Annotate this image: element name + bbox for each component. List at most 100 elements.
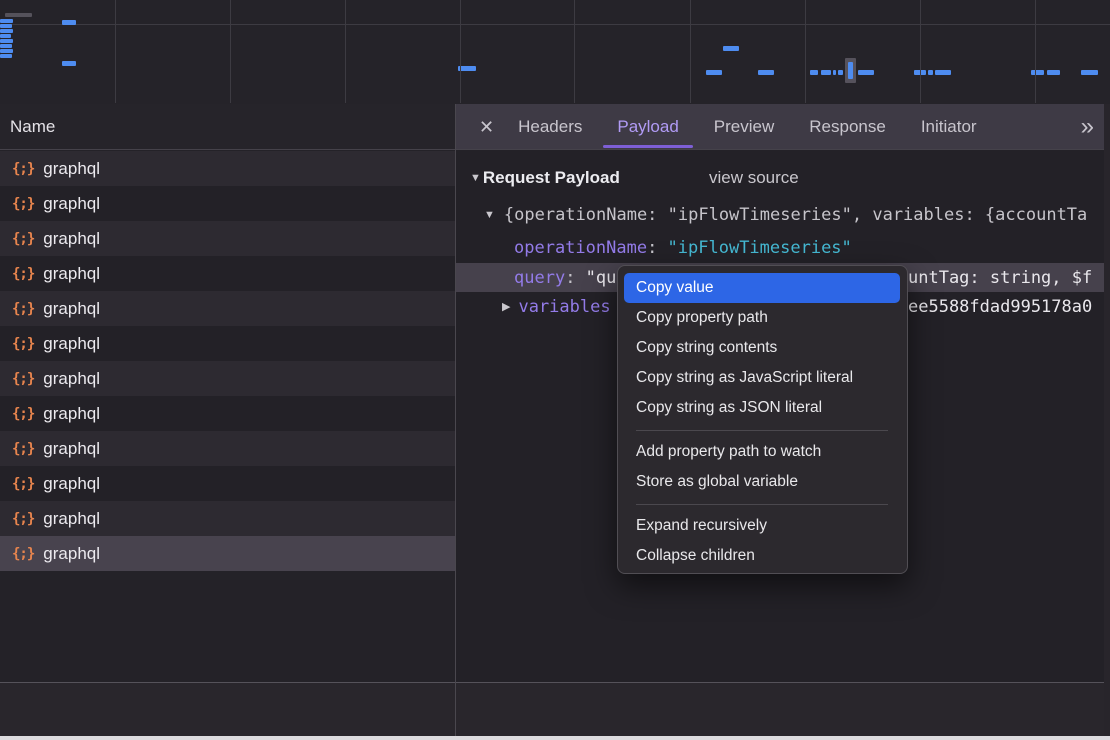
request-row[interactable]: {;}graphql (0, 186, 455, 221)
tab-preview[interactable]: Preview (714, 104, 774, 149)
timeline-activity-bar (0, 29, 13, 33)
property-key: query (514, 268, 565, 288)
timeline-activity-bar (1031, 70, 1044, 75)
menu-item-copy-string-json-literal[interactable]: Copy string as JSON literal (624, 393, 900, 423)
menu-separator (636, 430, 888, 431)
header-band: Name ✕ Headers Payload Preview Response … (0, 104, 1110, 150)
json-braces-icon: {;} (12, 266, 34, 282)
menu-item-copy-property-path[interactable]: Copy property path (624, 303, 900, 333)
overview-vertical-gridline (460, 0, 461, 103)
overview-vertical-gridline (230, 0, 231, 103)
overview-vertical-gridline (345, 0, 346, 103)
json-braces-icon: {;} (12, 406, 34, 422)
detail-tabbar: ✕ Headers Payload Preview Response Initi… (455, 104, 1110, 150)
menu-item-copy-string-js-literal[interactable]: Copy string as JavaScript literal (624, 363, 900, 393)
timeline-activity-bar (858, 70, 874, 75)
property-value-left-fragment: "qu (586, 268, 617, 288)
panel-split-divider[interactable] (455, 104, 456, 736)
request-row-selected[interactable]: {;}graphql (0, 536, 455, 571)
request-row[interactable]: {;}graphql (0, 361, 455, 396)
request-row[interactable]: {;}graphql (0, 501, 455, 536)
timeline-activity-bar (1047, 70, 1060, 75)
json-braces-icon: {;} (12, 336, 34, 352)
window-bottom-edge (0, 736, 1110, 740)
json-braces-icon: {;} (12, 371, 34, 387)
menu-item-copy-string-contents[interactable]: Copy string contents (624, 333, 900, 363)
property-value-right-fragment: ee5588fdad995178a0 (908, 297, 1092, 317)
timeline-activity-bar (0, 44, 12, 48)
tab-headers[interactable]: Headers (518, 104, 582, 149)
object-preview-text: {operationName: "ipFlowTimeseries", vari… (504, 205, 1087, 225)
menu-item-copy-value[interactable]: Copy value (624, 273, 900, 303)
tab-payload[interactable]: Payload (617, 104, 678, 149)
request-row[interactable]: {;}graphql (0, 466, 455, 501)
context-menu: Copy value Copy property path Copy strin… (617, 265, 908, 574)
menu-item-add-property-path-to-watch[interactable]: Add property path to watch (624, 437, 900, 467)
timeline-activity-bar (723, 46, 739, 51)
overview-vertical-gridline (690, 0, 691, 103)
json-braces-icon: {;} (12, 476, 34, 492)
property-key: operationName (514, 238, 647, 258)
timeline-activity-bar (935, 70, 951, 75)
tab-initiator[interactable]: Initiator (921, 104, 977, 149)
timeline-activity-bar (848, 62, 853, 79)
property-value-string: "ipFlowTimeseries" (668, 238, 852, 258)
timeline-activity-bar (928, 70, 933, 75)
footer-divider (0, 682, 1110, 683)
json-braces-icon: {;} (12, 546, 34, 562)
more-tabs-icon[interactable]: » (1081, 115, 1094, 139)
overview-horizontal-gridline (0, 24, 1110, 25)
scrollbar-gutter[interactable] (1104, 104, 1110, 736)
section-title: Request Payload (483, 168, 620, 188)
timeline-activity-bar (821, 70, 831, 75)
status-footer (0, 683, 1110, 736)
menu-item-store-as-global-variable[interactable]: Store as global variable (624, 467, 900, 497)
payload-row-operation-name[interactable]: operationName: "ipFlowTimeseries" (455, 233, 1104, 262)
json-braces-icon: {;} (12, 231, 34, 247)
timeline-activity-bar (0, 34, 11, 38)
menu-separator (636, 504, 888, 505)
timeline-activity-bar (758, 70, 774, 75)
request-payload-section-header[interactable]: ▼ Request Payload view source (455, 163, 1104, 193)
expanded-triangle-icon[interactable]: ▼ (484, 209, 495, 221)
request-row[interactable]: {;}graphql (0, 221, 455, 256)
request-list: {;}graphql {;}graphql {;}graphql {;}grap… (0, 150, 455, 682)
close-icon[interactable]: ✕ (479, 118, 494, 136)
timeline-activity-bar (1081, 70, 1098, 75)
request-row[interactable]: {;}graphql (0, 291, 455, 326)
request-row[interactable]: {;}graphql (0, 396, 455, 431)
column-header-name-label: Name (10, 117, 55, 137)
request-row[interactable]: {;}graphql (0, 431, 455, 466)
timeline-activity-bar (0, 19, 13, 23)
timeline-activity-bar (62, 20, 76, 25)
expanded-triangle-icon[interactable]: ▼ (470, 172, 481, 184)
request-row[interactable]: {;}graphql (0, 151, 455, 186)
timeline-activity-bar (810, 70, 818, 75)
devtools-network-panel: Name ✕ Headers Payload Preview Response … (0, 0, 1110, 740)
timeline-activity-bar (0, 24, 12, 28)
overview-vertical-gridline (805, 0, 806, 103)
collapsed-triangle-icon[interactable]: ▶ (502, 300, 510, 313)
json-braces-icon: {;} (12, 301, 34, 317)
detail-tabs: Headers Payload Preview Response Initiat… (518, 104, 976, 149)
overview-vertical-gridline (1035, 0, 1036, 103)
timeline-activity-bar (0, 54, 12, 58)
request-row[interactable]: {;}graphql (0, 256, 455, 291)
menu-item-expand-recursively[interactable]: Expand recursively (624, 511, 900, 541)
column-header-name[interactable]: Name (0, 104, 455, 150)
view-source-link[interactable]: view source (709, 168, 799, 188)
property-key: variables (518, 297, 610, 317)
network-overview-timeline[interactable] (0, 0, 1110, 105)
request-row[interactable]: {;}graphql (0, 326, 455, 361)
timeline-activity-bar (0, 49, 13, 53)
json-braces-icon: {;} (12, 511, 34, 527)
timeline-activity-bar (706, 70, 722, 75)
timeline-activity-bar (0, 39, 13, 43)
json-braces-icon: {;} (12, 161, 34, 177)
payload-object-preview-row[interactable]: ▼ {operationName: "ipFlowTimeseries", va… (455, 201, 1104, 229)
overview-vertical-gridline (115, 0, 116, 103)
menu-item-collapse-children[interactable]: Collapse children (624, 541, 900, 571)
json-braces-icon: {;} (12, 441, 34, 457)
tab-response[interactable]: Response (809, 104, 886, 149)
timeline-activity-bar (62, 61, 76, 66)
